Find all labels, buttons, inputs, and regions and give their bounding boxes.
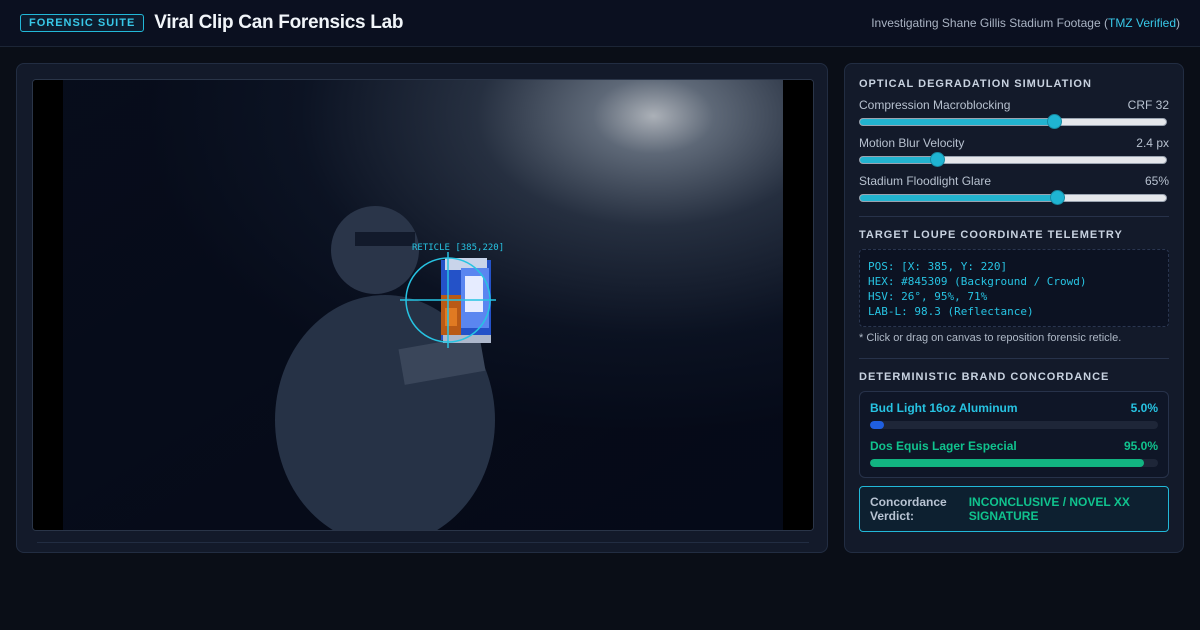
- reticle-hint: * Click or drag on canvas to reposition …: [859, 332, 1122, 344]
- forensic-canvas[interactable]: RETICLE [385,220]: [32, 79, 814, 531]
- slider-fill: [860, 195, 1058, 201]
- slider-thumb[interactable]: [929, 152, 945, 167]
- slider-thumb[interactable]: [1047, 114, 1063, 129]
- section-divider: [859, 216, 1169, 217]
- verdict-label: Concordance Verdict:: [870, 495, 947, 523]
- brand-percent: 95.0%: [1123, 439, 1158, 453]
- slider-value: CRF 32: [1127, 98, 1169, 112]
- brand-percent: 5.0%: [1130, 401, 1158, 415]
- header-left: FORENSIC SUITE Viral Clip Can Forensics …: [20, 12, 403, 34]
- slider-fill: [860, 119, 1055, 125]
- glare-slider[interactable]: [859, 190, 1167, 205]
- compression-slider[interactable]: [859, 114, 1167, 129]
- slider-label: Stadium Floodlight Glare: [859, 174, 992, 188]
- slider-value: 2.4 px: [1136, 136, 1169, 150]
- slider-label: Motion Blur Velocity: [859, 136, 965, 150]
- telemetry-lab: LAB-L: 98.3 (Reflectance): [868, 305, 1034, 318]
- controls-panel: OPTICAL DEGRADATION SIMULATION Compressi…: [844, 63, 1184, 553]
- brand-name: Bud Light 16oz Aluminum: [870, 401, 1018, 415]
- brand-row-bud-light: Bud Light 16oz Aluminum 5.0%: [870, 401, 1158, 429]
- app-header: FORENSIC SUITE Viral Clip Can Forensics …: [0, 0, 1200, 47]
- brand-concordance-box: Bud Light 16oz Aluminum 5.0% Dos Equis L…: [859, 391, 1169, 478]
- app-title: Viral Clip Can Forensics Lab: [154, 12, 404, 33]
- canvas-image[interactable]: RETICLE [385,220]: [33, 80, 813, 530]
- slider-glare: Stadium Floodlight Glare 65%: [859, 174, 1169, 205]
- telemetry-hsv: HSV: 26°, 95%, 71%: [868, 290, 988, 303]
- slider-value: 65%: [1144, 174, 1169, 188]
- telemetry-title: TARGET LOUPE COORDINATE TELEMETRY: [859, 229, 1123, 241]
- brand-row-dos-equis: Dos Equis Lager Especial 95.0%: [870, 439, 1158, 467]
- brand-bar-track: [870, 421, 1158, 429]
- suite-badge: FORENSIC SUITE: [20, 14, 145, 32]
- slider-compression: Compression Macroblocking CRF 32: [859, 98, 1169, 129]
- slider-fill: [860, 157, 937, 163]
- brand-bar-track: [870, 459, 1158, 467]
- verdict-value: INCONCLUSIVE / NOVEL XX SIGNATURE: [968, 495, 1130, 523]
- viewer-divider: [37, 542, 809, 543]
- section-divider: [859, 358, 1169, 359]
- viewer-panel: RETICLE [385,220]: [16, 63, 828, 553]
- slider-label: Compression Macroblocking: [859, 98, 1011, 112]
- slider-motion-blur: Motion Blur Velocity 2.4 px: [859, 136, 1169, 167]
- brand-bar-fill: [870, 459, 1144, 467]
- verdict-box: Concordance Verdict: INCONCLUSIVE / NOVE…: [859, 486, 1169, 532]
- concordance-title: DETERMINISTIC BRAND CONCORDANCE: [859, 371, 1110, 383]
- motion-blur-slider[interactable]: [859, 152, 1167, 167]
- subtitle-suffix: ): [1176, 16, 1180, 30]
- telemetry-readout: POS: [X: 385, Y: 220] HEX: #845309 (Back…: [859, 249, 1169, 327]
- telemetry-pos: POS: [X: 385, Y: 220]: [868, 260, 1008, 273]
- investigation-subtitle: Investigating Shane Gillis Stadium Foota…: [871, 16, 1180, 30]
- reticle-label: RETICLE [385,220]: [412, 243, 504, 253]
- subtitle-prefix: Investigating Shane Gillis Stadium Foota…: [871, 16, 1108, 30]
- brand-bar-fill: [870, 421, 885, 429]
- degradation-title: OPTICAL DEGRADATION SIMULATION: [859, 78, 1092, 90]
- brand-name: Dos Equis Lager Especial: [870, 439, 1017, 453]
- tmz-verified-link[interactable]: TMZ Verified: [1108, 16, 1176, 30]
- telemetry-hex: HEX: #845309 (Background / Crowd): [868, 275, 1087, 288]
- slider-thumb[interactable]: [1050, 190, 1066, 205]
